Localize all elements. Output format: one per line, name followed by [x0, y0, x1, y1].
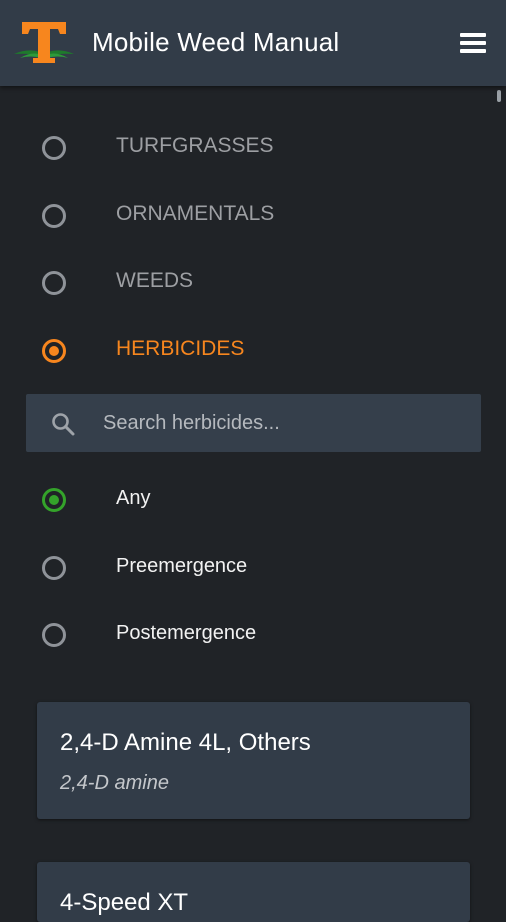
scrollbar[interactable]: [497, 90, 501, 102]
filter-radio-postemergence[interactable]: Postemergence: [0, 607, 490, 663]
category-radio-herbicides[interactable]: HERBICIDES: [0, 322, 490, 378]
radio-unchecked-icon: [42, 271, 66, 295]
app-title: Mobile Weed Manual: [92, 27, 340, 57]
category-label: TURFGRASSES: [116, 134, 274, 157]
filter-label: Postemergence: [116, 622, 257, 644]
radio-unchecked-icon: [42, 136, 66, 160]
category-radio-turfgrasses[interactable]: TURFGRASSES: [0, 120, 490, 176]
category-label: HERBICIDES: [116, 337, 245, 360]
category-label: WEEDS: [116, 269, 194, 292]
herbicide-card[interactable]: 4-Speed XT: [37, 862, 470, 922]
filter-radio-preemergence[interactable]: Preemergence: [0, 540, 490, 596]
category-radio-weeds[interactable]: WEEDS: [0, 255, 490, 311]
radio-unchecked-icon: [42, 556, 66, 580]
filter-radio-any[interactable]: Any: [0, 472, 490, 528]
category-label: ORNAMENTALS: [116, 202, 275, 225]
herbicide-card[interactable]: 2,4-D Amine 4L, Others 2,4-D amine: [37, 702, 470, 819]
search-icon: [52, 413, 75, 436]
card-title: 2,4-D Amine 4L, Others: [60, 729, 311, 756]
card-title: 4-Speed XT: [60, 889, 189, 916]
filter-label: Preemergence: [116, 555, 248, 577]
hamburger-menu-icon: [460, 33, 486, 37]
filter-label: Any: [116, 487, 151, 509]
radio-checked-icon: [42, 488, 66, 512]
search-input[interactable]: [103, 404, 463, 442]
hamburger-menu-button[interactable]: [456, 28, 490, 58]
category-radio-ornamentals[interactable]: ORNAMENTALS: [0, 188, 490, 244]
radio-checked-icon: [42, 339, 66, 363]
radio-unchecked-icon: [42, 623, 66, 647]
app-bar: Mobile Weed Manual: [0, 0, 506, 86]
radio-unchecked-icon: [42, 204, 66, 228]
card-subtitle: 2,4-D amine: [60, 772, 169, 794]
tennessee-t-logo-icon: [14, 22, 74, 63]
